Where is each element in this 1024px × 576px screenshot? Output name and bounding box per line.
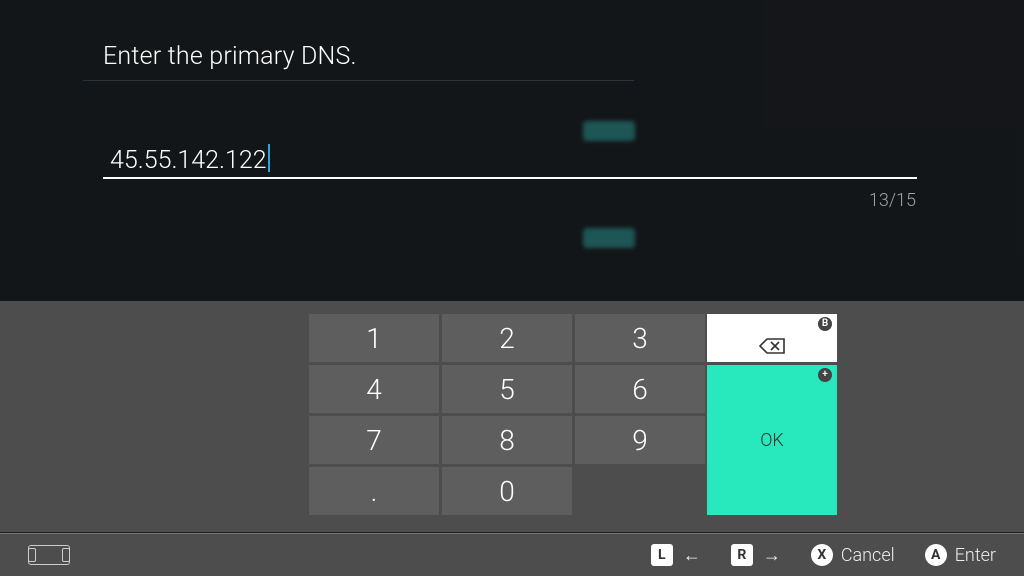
hint-enter[interactable]: A Enter	[925, 544, 996, 566]
dns-input[interactable]: 45.55.142.122	[110, 144, 270, 175]
key-0[interactable]: 0	[442, 467, 572, 515]
text-cursor	[268, 144, 270, 172]
console-icon	[28, 545, 70, 565]
footer-bar: L ← R → X Cancel A Enter	[0, 533, 1024, 576]
input-underline	[103, 177, 917, 179]
key-6[interactable]: 6	[575, 365, 705, 413]
key-3[interactable]: 3	[575, 314, 705, 362]
plus-badge: +	[818, 368, 832, 382]
right-arrow-icon: →	[763, 545, 781, 566]
hint-l-left: L ←	[651, 544, 701, 566]
key-5[interactable]: 5	[442, 365, 572, 413]
key-empty	[575, 467, 705, 515]
ok-button[interactable]: OK +	[707, 365, 837, 515]
r-button-icon: R	[731, 544, 753, 566]
key-1[interactable]: 1	[309, 314, 439, 362]
page-title: Enter the primary DNS.	[103, 42, 357, 71]
left-arrow-icon: ←	[683, 545, 701, 566]
key-dot[interactable]: .	[309, 467, 439, 515]
x-button-icon: X	[811, 544, 833, 566]
key-9[interactable]: 9	[575, 416, 705, 464]
l-button-icon: L	[651, 544, 673, 566]
hint-r-right: R →	[731, 544, 781, 566]
b-badge: B	[818, 317, 832, 331]
key-4[interactable]: 4	[309, 365, 439, 413]
hint-cancel[interactable]: X Cancel	[811, 544, 895, 566]
char-counter: 13/15	[869, 190, 916, 211]
key-7[interactable]: 7	[309, 416, 439, 464]
backspace-icon	[758, 329, 786, 347]
key-8[interactable]: 8	[442, 416, 572, 464]
numeric-keypad: 1 2 3 4 5 6 7 8 9 . 0 B OK +	[0, 301, 1024, 532]
backspace-button[interactable]: B	[707, 314, 837, 362]
a-button-icon: A	[925, 544, 947, 566]
key-2[interactable]: 2	[442, 314, 572, 362]
